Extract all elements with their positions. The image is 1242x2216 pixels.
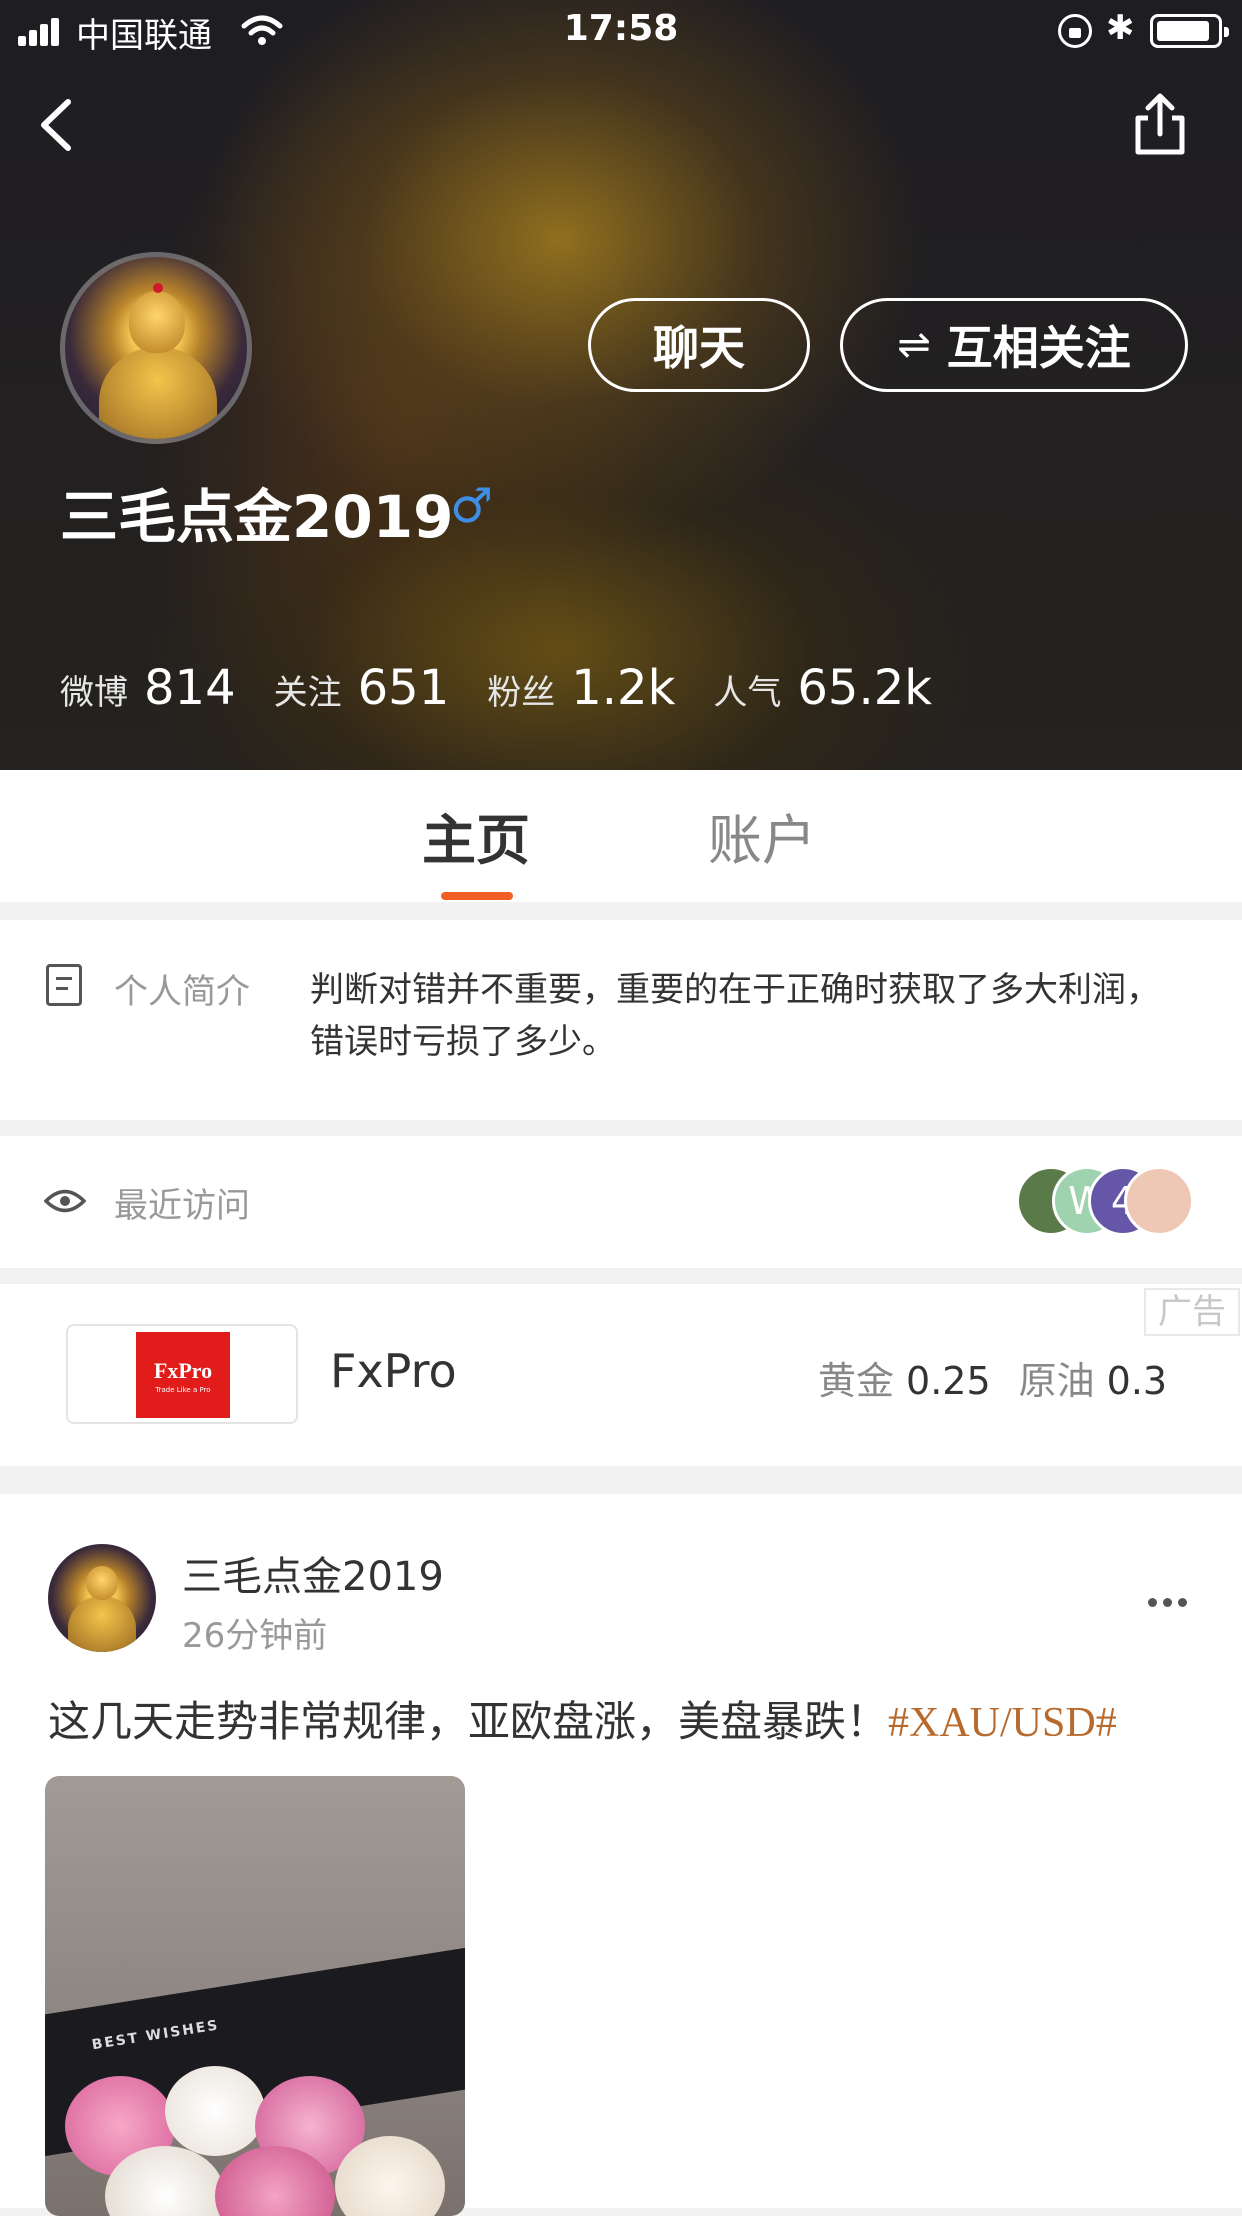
active-tab-indicator	[441, 892, 513, 900]
ad-banner[interactable]: FxPro Trade Like a Pro FxPro 广告 黄金 0.25 原油…	[0, 1284, 1242, 1466]
bio-label: 个人简介	[114, 972, 250, 1012]
stat-posts-label[interactable]: 微博	[60, 665, 128, 714]
post-author-name[interactable]: 三毛点金2019	[182, 1544, 444, 1602]
recent-visits-row[interactable]: 最近访问 W 4	[0, 1136, 1242, 1268]
stat-fans-value[interactable]: 1.2k	[571, 660, 675, 716]
ad-logo-box[interactable]: FxPro Trade Like a Pro	[66, 1324, 298, 1424]
ad-quotes: 黄金 0.25 原油 0.3	[818, 1350, 1195, 1405]
stat-following-label[interactable]: 关注	[274, 665, 342, 714]
chat-button[interactable]: 聊天	[588, 298, 810, 392]
bouquet-ribbon-text: BEST WISHES	[90, 2017, 221, 2054]
quote-label-oil: 原油	[1018, 1359, 1095, 1403]
visitor-avatars[interactable]: W 4	[1016, 1166, 1196, 1238]
flower	[165, 2066, 265, 2156]
battery-icon	[1150, 14, 1229, 48]
stat-fans-label[interactable]: 粉丝	[487, 665, 555, 714]
quote-value-gold: 0.25	[906, 1359, 991, 1403]
post-hashtag[interactable]: #XAU/USD#	[888, 1700, 1117, 1746]
post-author-avatar[interactable]	[48, 1544, 156, 1652]
share-icon[interactable]	[1130, 90, 1190, 160]
ad-badge: 广告	[1144, 1288, 1240, 1336]
follow-button-label: 互相关注	[946, 321, 1131, 375]
recent-visits-label: 最近访问	[114, 1186, 250, 1226]
profile-header: 中国联通 17:58 ✱ 聊天 ⇌ 互相关注 三毛点金2019 ♂ 微博 814…	[0, 0, 1242, 770]
post-text: 这几天走势非常规律，亚欧盘涨，美盘暴跌！#XAU/USD#	[48, 1688, 1218, 1749]
profile-name: 三毛点金2019	[60, 483, 454, 551]
tab-home[interactable]: 主页	[422, 796, 530, 875]
mutual-follow-button[interactable]: ⇌ 互相关注	[840, 298, 1188, 392]
stat-popularity-value: 65.2k	[797, 660, 933, 716]
visitor-avatar[interactable]	[1124, 1166, 1194, 1236]
stat-posts-value[interactable]: 814	[144, 660, 236, 716]
post-card[interactable]: 三毛点金2019 26分钟前 这几天走势非常规律，亚欧盘涨，美盘暴跌！#XAU/…	[0, 1494, 1242, 2216]
bio-document-icon	[46, 964, 82, 1006]
back-icon[interactable]	[28, 90, 88, 160]
chat-button-label: 聊天	[653, 321, 745, 375]
male-gender-icon: ♂	[450, 478, 494, 534]
profile-tabs: 主页 账户	[0, 770, 1242, 902]
bio-text: 判断对错并不重要，重要的在于正确时获取了多大利润，错误时亏损了多少。	[310, 970, 1160, 1062]
stat-following-value[interactable]: 651	[358, 660, 450, 716]
more-options-icon[interactable]	[1148, 1598, 1188, 1608]
profile-stats: 微博 814 关注 651 粉丝 1.2k 人气 65.2k	[60, 660, 970, 720]
quote-value-oil: 0.3	[1106, 1359, 1168, 1403]
tab-account[interactable]: 账户	[708, 796, 816, 875]
post-time: 26分钟前	[182, 1616, 328, 1656]
post-image[interactable]: BEST WISHES	[45, 1776, 465, 2216]
bluetooth-icon: ✱	[1106, 8, 1135, 48]
rotation-lock-icon	[1058, 14, 1092, 48]
ad-name[interactable]: FxPro	[330, 1344, 457, 1398]
clock: 17:58	[563, 8, 679, 49]
swap-arrows-icon: ⇌	[897, 322, 931, 368]
eye-icon	[44, 1189, 86, 1213]
stat-popularity-label: 人气	[713, 673, 782, 713]
status-bar: 中国联通 17:58 ✱	[0, 0, 1242, 62]
quote-label-gold: 黄金	[818, 1359, 895, 1403]
post-body: 这几天走势非常规律，亚欧盘涨，美盘暴跌！	[48, 1697, 889, 1746]
fxpro-logo: FxPro Trade Like a Pro	[136, 1332, 230, 1418]
bio-section: 个人简介 判断对错并不重要，重要的在于正确时获取了多大利润，错误时亏损了多少。	[0, 920, 1242, 1120]
profile-avatar[interactable]	[60, 252, 252, 444]
